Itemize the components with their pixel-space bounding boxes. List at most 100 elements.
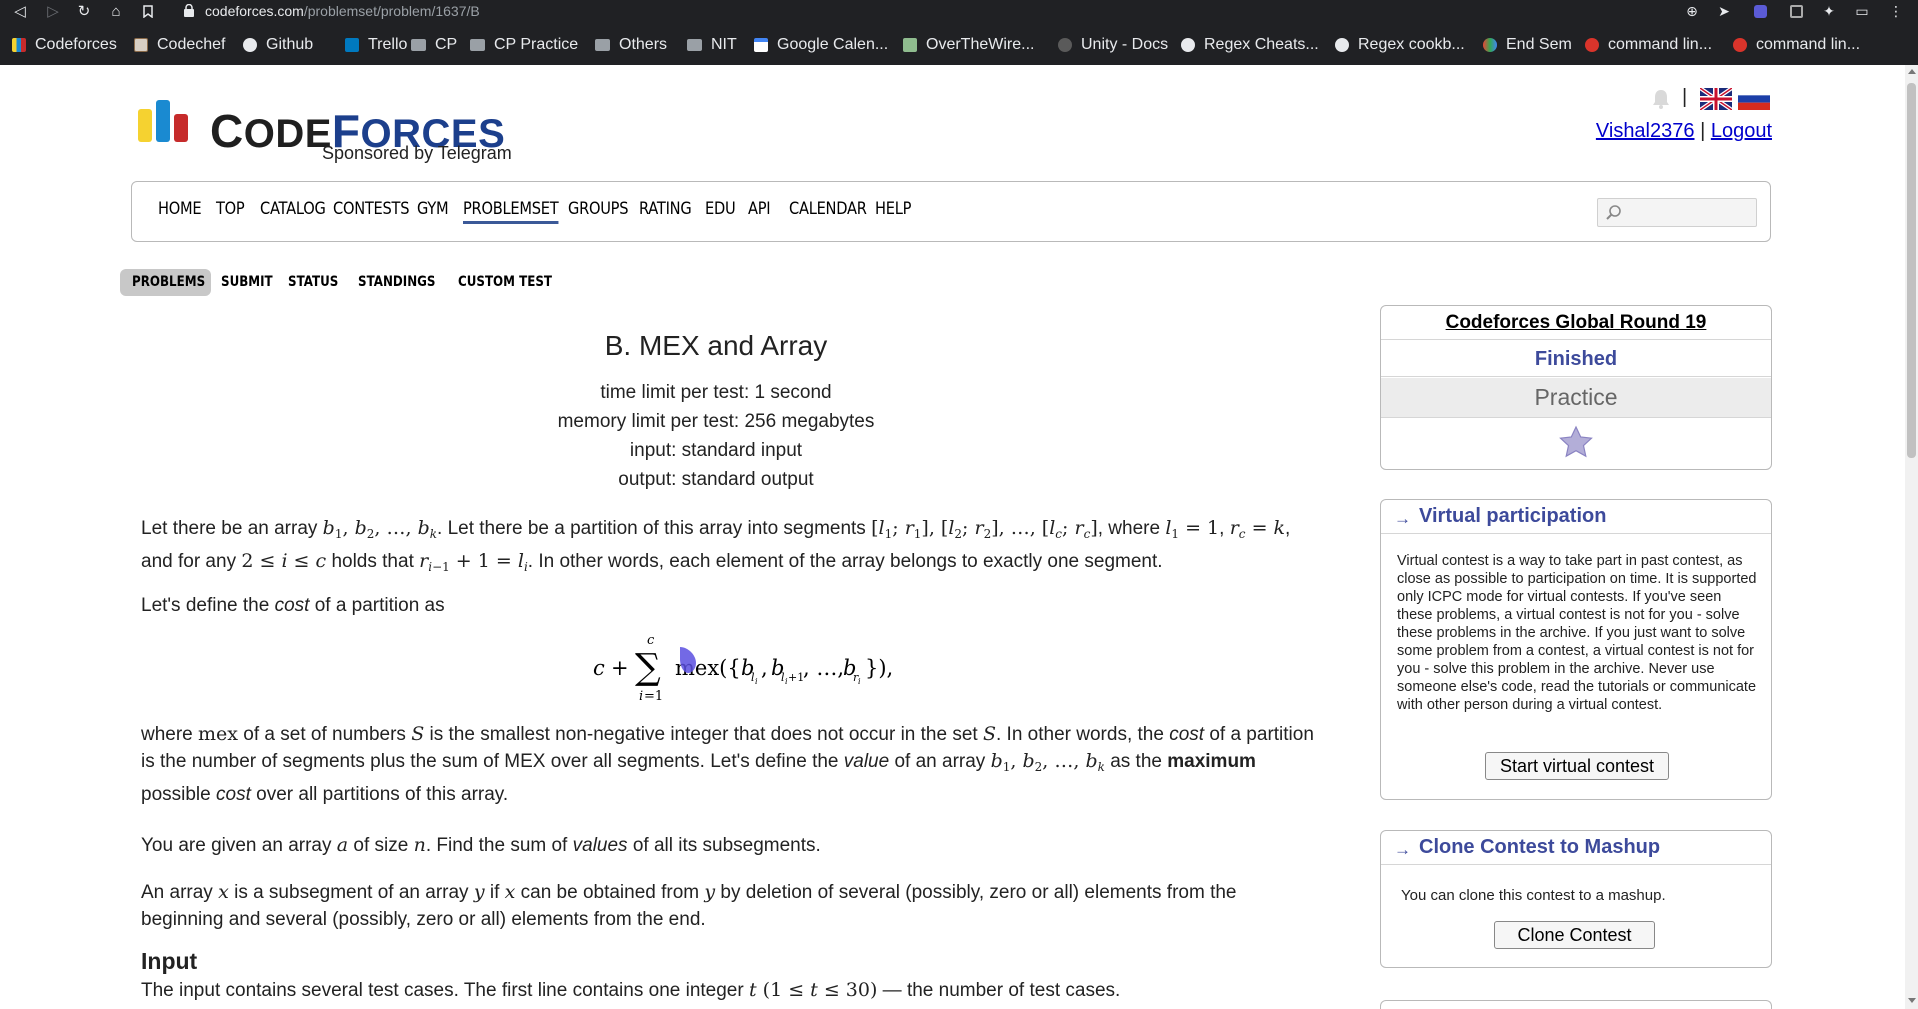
menu-item-groups[interactable]: GROUPS bbox=[568, 199, 629, 219]
lang-separator: | bbox=[1682, 86, 1688, 108]
bookmark-regex-cheats[interactable]: Regex Cheats... bbox=[1181, 33, 1319, 57]
favourite-star-icon[interactable] bbox=[1558, 425, 1594, 459]
bookmark-google-calen[interactable]: Google Calen... bbox=[754, 33, 888, 57]
bookmark-label: Regex Cheats... bbox=[1204, 36, 1319, 53]
submenu-item-submit[interactable]: SUBMIT bbox=[221, 269, 273, 296]
menu-item-calendar[interactable]: CALENDAR bbox=[789, 199, 867, 219]
bookmark-codechef[interactable]: Codechef bbox=[134, 33, 226, 57]
clone-contest-text: You can clone this contest to a mashup. bbox=[1401, 887, 1666, 904]
scroll-thumb[interactable] bbox=[1907, 83, 1916, 458]
codeforces-logo[interactable]: CODEFORCES Sponsored by Telegram bbox=[136, 98, 521, 168]
svg-text:+: + bbox=[611, 656, 629, 680]
bookmark-nit[interactable]: NIT bbox=[687, 33, 737, 57]
bookmark-overthewire[interactable]: OverTheWire... bbox=[903, 33, 1034, 57]
globe-icon bbox=[1181, 38, 1195, 52]
bookmark-command-lin[interactable]: command lin... bbox=[1733, 33, 1860, 57]
bookmark-label: command lin... bbox=[1608, 36, 1713, 53]
ask-icon bbox=[1733, 38, 1747, 52]
puzzle-icon[interactable]: ✦ bbox=[1820, 2, 1838, 20]
page-scrollbar[interactable] bbox=[1905, 65, 1918, 1009]
submenu-item-problems[interactable]: PROBLEMS bbox=[132, 269, 205, 296]
output-spec: output: standard output bbox=[618, 469, 814, 490]
send-icon[interactable]: ➤ bbox=[1715, 2, 1733, 20]
bookmark-others[interactable]: Others bbox=[595, 33, 667, 57]
svg-text:∑: ∑ bbox=[635, 647, 661, 688]
menu-item-rating[interactable]: RATING bbox=[639, 199, 692, 219]
contest-mode: Practice bbox=[1381, 378, 1771, 418]
russian-flag-icon[interactable] bbox=[1738, 88, 1770, 110]
submenu-item-standings[interactable]: STANDINGS bbox=[358, 269, 435, 296]
menu-item-api[interactable]: API bbox=[748, 199, 771, 219]
github-icon bbox=[243, 38, 257, 52]
input-section-text: The input contains several test cases. T… bbox=[141, 979, 1121, 1001]
home-icon[interactable]: ⌂ bbox=[106, 1, 126, 21]
address-bar[interactable]: codeforces.com/problemset/problem/1637/B bbox=[205, 3, 480, 19]
menu-item-contests[interactable]: CONTESTS bbox=[333, 199, 410, 219]
bookmark-label: Github bbox=[266, 36, 314, 53]
problem-title: B. MEX and Array bbox=[604, 330, 828, 361]
contest-name-link[interactable]: Codeforces Global Round 19 bbox=[1381, 306, 1771, 340]
svg-text:,: , bbox=[761, 656, 768, 680]
svg-text:i: i bbox=[755, 677, 758, 686]
svg-text:i: i bbox=[639, 689, 643, 702]
input-spec: input: standard input bbox=[629, 440, 803, 461]
folder-icon bbox=[595, 39, 610, 51]
clone-contest-button[interactable]: Clone Contest bbox=[1494, 921, 1655, 949]
search-input[interactable] bbox=[1597, 198, 1757, 227]
menu-item-home[interactable]: HOME bbox=[158, 199, 202, 219]
bookmark-regex-cookb[interactable]: Regex cookb... bbox=[1335, 33, 1465, 57]
bookmark-cp[interactable]: CP bbox=[411, 33, 457, 57]
bookmark-label: End Sem bbox=[1506, 36, 1572, 53]
menu-item-problemset[interactable]: PROBLEMSET bbox=[463, 199, 559, 224]
bookmark-unity-docs[interactable]: Unity - Docs bbox=[1058, 33, 1168, 57]
extension-c-icon[interactable] bbox=[1787, 2, 1805, 20]
media-icon[interactable]: ▭ bbox=[1853, 2, 1871, 20]
cursor-highlight-icon bbox=[680, 647, 696, 673]
folder-icon bbox=[411, 39, 426, 51]
bookmark-command-lin[interactable]: command lin... bbox=[1585, 33, 1712, 57]
main-menu: HOME TOP CATALOG CONTESTS GYM PROBLEMSET GROUP… bbox=[131, 181, 1771, 242]
bookmark-end-sem[interactable]: End Sem bbox=[1483, 33, 1572, 57]
menu-item-help[interactable]: HELP bbox=[875, 199, 911, 219]
menu-item-catalog[interactable]: CATALOG bbox=[260, 199, 326, 219]
scroll-down-icon[interactable] bbox=[1908, 998, 1916, 1003]
overthewire-icon bbox=[903, 38, 917, 52]
contest-info-box: Codeforces Global Round 19 Finished Prac… bbox=[1380, 305, 1772, 470]
scroll-up-icon[interactable] bbox=[1908, 69, 1916, 74]
svg-text:c: c bbox=[647, 633, 655, 648]
folder-icon bbox=[687, 39, 702, 51]
username-link[interactable]: Vishal2376 bbox=[1596, 120, 1695, 142]
extension-icon[interactable] bbox=[1751, 2, 1769, 20]
forward-arrow-icon[interactable]: ▷ bbox=[43, 1, 63, 21]
bookmark-icon[interactable] bbox=[138, 1, 158, 21]
bookmark-github[interactable]: Github bbox=[243, 33, 313, 57]
menu-item-top[interactable]: TOP bbox=[216, 199, 245, 219]
submenu-item-status[interactable]: STATUS bbox=[288, 269, 338, 296]
bookmarks-bar: Codeforces Codechef Github Trello CP CP Pract… bbox=[0, 33, 1918, 57]
bookmark-cp-practice[interactable]: CP Practice bbox=[470, 33, 578, 57]
bookmark-label: Unity - Docs bbox=[1081, 36, 1169, 53]
start-virtual-contest-button[interactable]: Start virtual contest bbox=[1485, 752, 1669, 780]
cost-formula: c + ∑ c i =1 mex({b l i, b l i +1, …, b r i}), bbox=[581, 632, 981, 704]
submenu-item-custom-test[interactable]: CUSTOM TEST bbox=[458, 269, 552, 296]
back-arrow-icon[interactable]: ◁ bbox=[10, 1, 30, 21]
bookmark-trello[interactable]: Trello bbox=[345, 33, 407, 57]
virtual-participation-header: → Virtual participation bbox=[1381, 500, 1771, 534]
svg-text:}),: }), bbox=[865, 656, 893, 680]
zoom-icon[interactable]: ⊕ bbox=[1683, 2, 1701, 20]
menu-item-edu[interactable]: EDU bbox=[705, 199, 736, 219]
lock-icon bbox=[184, 4, 194, 17]
svg-text:i: i bbox=[858, 677, 861, 686]
english-flag-icon[interactable] bbox=[1700, 88, 1732, 110]
reload-icon[interactable]: ↻ bbox=[74, 1, 94, 21]
svg-text:=1: =1 bbox=[644, 689, 663, 702]
trello-icon bbox=[345, 38, 359, 52]
bookmark-codeforces[interactable]: Codeforces bbox=[12, 33, 117, 57]
notification-bell-icon[interactable] bbox=[1650, 88, 1672, 110]
more-menu-icon[interactable]: ⋮ bbox=[1887, 2, 1905, 20]
logout-link[interactable]: Logout bbox=[1711, 120, 1772, 142]
menu-item-gym[interactable]: GYM bbox=[417, 199, 449, 219]
memory-limit: memory limit per test: 256 megabytes bbox=[557, 411, 875, 432]
bookmark-label: CP Practice bbox=[494, 36, 579, 53]
clone-contest-header: → Clone Contest to Mashup bbox=[1381, 831, 1771, 865]
